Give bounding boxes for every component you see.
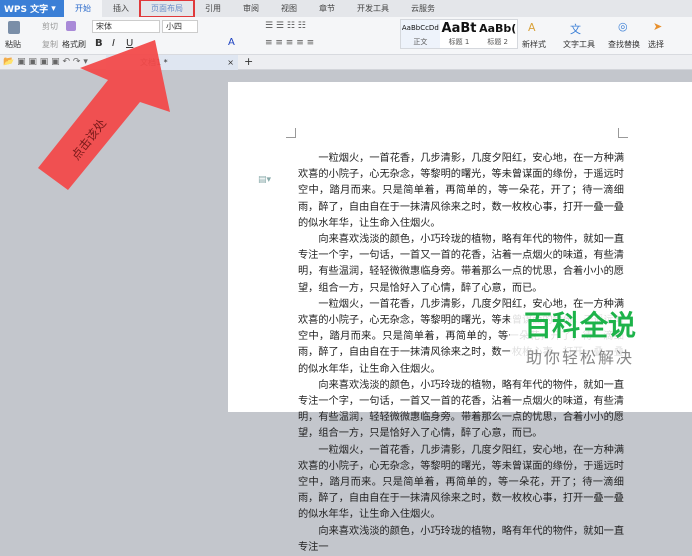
watermark-title: 百科全说 [523, 309, 636, 342]
watermark: 百科全说 助你轻松解决 [510, 308, 650, 368]
watermark-subtitle: 助你轻松解决 [525, 348, 634, 367]
red-arrow-icon [38, 40, 170, 190]
paragraph: 向来喜欢浅淡的颜色，小巧玲珑的植物，略有年代的物件，就如一直专注一 [298, 525, 625, 553]
paragraph: 一粒烟火，一首花香，几步清影，几度夕阳红，安心地，在一方种满欢喜的小院子，心无杂… [298, 444, 625, 521]
